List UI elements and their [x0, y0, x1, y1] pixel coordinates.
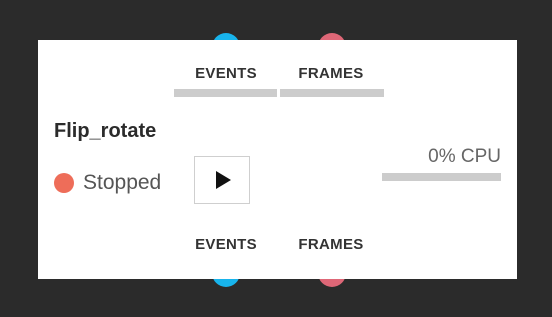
node-title: Flip_rotate: [54, 120, 157, 142]
input-frames-bar: [280, 89, 384, 97]
output-frames-label: FRAMES: [298, 236, 364, 253]
input-frames-label: FRAMES: [298, 65, 364, 82]
input-events-label: EVENTS: [195, 65, 257, 82]
output-events-label: EVENTS: [195, 236, 257, 253]
module-node[interactable]: EVENTS FRAMES Flip_rotate Stopped 0% CPU…: [38, 40, 517, 279]
cpu-usage-bar: [382, 173, 501, 181]
status-dot-icon: [54, 173, 74, 193]
status-label: Stopped: [83, 171, 162, 194]
canvas-background: EVENTS FRAMES Flip_rotate Stopped 0% CPU…: [0, 0, 552, 317]
play-icon: [216, 171, 231, 189]
status-indicator: Stopped: [54, 170, 161, 196]
play-button[interactable]: [194, 156, 250, 204]
input-events-bar: [174, 89, 277, 97]
cpu-label: 0% CPU: [428, 146, 501, 167]
